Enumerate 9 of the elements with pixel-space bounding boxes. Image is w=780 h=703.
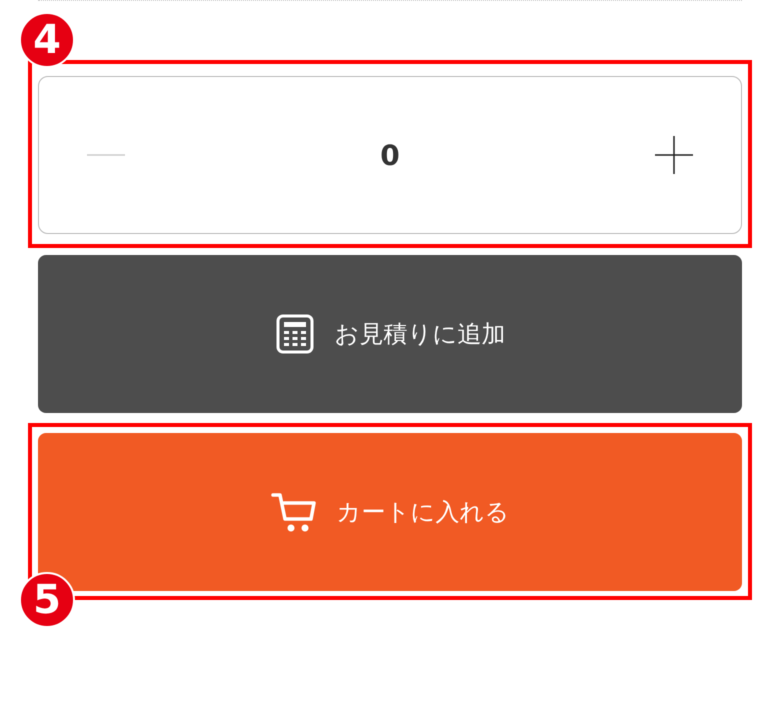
add-to-quote-button[interactable]: お見積りに追加 xyxy=(38,255,742,413)
plus-icon xyxy=(654,136,693,174)
step-badge: 5 xyxy=(19,572,75,628)
cart-icon xyxy=(270,491,316,533)
minus-icon xyxy=(87,153,125,157)
calculator-icon xyxy=(274,314,314,354)
plus-button[interactable] xyxy=(654,136,693,174)
step-badge: 4 xyxy=(19,12,75,68)
quantity-value: 0 xyxy=(380,138,400,172)
